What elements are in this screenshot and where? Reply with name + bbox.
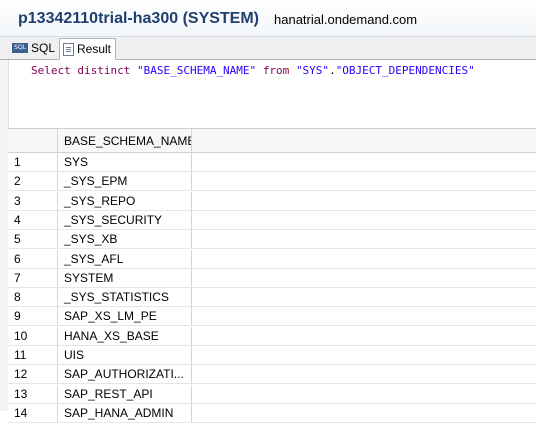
row-number-header <box>8 129 58 152</box>
row-number: 8 <box>8 288 58 307</box>
row-number: 3 <box>8 191 58 210</box>
host-name: hanatrial.ondemand.com <box>274 12 418 27</box>
row-number: 5 <box>8 230 58 249</box>
row-number: 1 <box>8 153 58 171</box>
cell-base-schema-name[interactable]: SAP_REST_API <box>58 384 192 403</box>
table-row[interactable]: 14 SAP_HANA_ADMIN <box>8 403 536 423</box>
row-number: 7 <box>8 268 58 287</box>
sql-keyword-select: Select distinct <box>31 64 131 77</box>
table-row[interactable]: 5 _SYS_XB <box>8 230 536 250</box>
row-number: 2 <box>8 172 58 191</box>
table-row[interactable]: 4 _SYS_SECURITY <box>8 210 536 230</box>
sql-statement-panel[interactable]: Select distinct "BASE_SCHEMA_NAME" from … <box>0 60 536 126</box>
tab-sql-label: SQL <box>31 41 56 55</box>
column-header-base-schema-name[interactable]: BASE_SCHEMA_NAME <box>58 129 192 152</box>
sql-table-name: "OBJECT_DEPENDENCIES" <box>335 64 475 77</box>
table-row[interactable]: 1 SYS <box>8 153 536 172</box>
result-header-row: BASE_SCHEMA_NAME <box>8 129 536 153</box>
sql-keyword-from: from <box>262 64 290 77</box>
cell-base-schema-name[interactable]: SAP_AUTHORIZATI... <box>58 365 192 384</box>
connection-title: p13342110trial-ha300 (SYSTEM) <box>18 10 260 27</box>
result-grid[interactable]: BASE_SCHEMA_NAME 1 SYS 2 _SYS_EPM 3 _SYS_REPO… <box>8 128 536 423</box>
row-number: 10 <box>8 326 58 345</box>
table-row[interactable]: 3 _SYS_REPO <box>8 191 536 211</box>
tab-result-label: Result <box>77 42 112 56</box>
cell-base-schema-name[interactable]: SAP_HANA_ADMIN <box>58 403 192 422</box>
table-row[interactable]: 10 HANA_XS_BASE <box>8 326 536 346</box>
table-row[interactable]: 12 SAP_AUTHORIZATI... <box>8 365 536 385</box>
cell-base-schema-name[interactable]: UIS <box>58 346 192 364</box>
cell-base-schema-name[interactable]: SYS <box>58 153 192 171</box>
row-number: 4 <box>8 210 58 229</box>
sql-dot: . <box>329 64 336 77</box>
cell-base-schema-name[interactable]: _SYS_SECURITY <box>58 210 192 229</box>
row-number: 11 <box>8 346 58 364</box>
sql-column-name: "BASE_SCHEMA_NAME" <box>136 64 257 77</box>
row-number: 14 <box>8 403 58 422</box>
cell-base-schema-name[interactable]: _SYS_EPM <box>58 172 192 191</box>
tab-sql[interactable]: SQL SQL <box>12 38 55 58</box>
cell-base-schema-name[interactable]: SYSTEM <box>58 268 192 287</box>
table-row[interactable]: 9 SAP_XS_LM_PE <box>8 307 536 327</box>
cell-base-schema-name[interactable]: SAP_XS_LM_PE <box>58 307 192 326</box>
sql-icon: SQL <box>12 43 28 53</box>
table-row[interactable]: 13 SAP_REST_API <box>8 384 536 404</box>
cell-base-schema-name[interactable]: _SYS_STATISTICS <box>58 288 192 307</box>
result-icon <box>63 42 74 56</box>
table-row[interactable]: 7 SYSTEM <box>8 268 536 288</box>
row-number: 13 <box>8 384 58 403</box>
cell-base-schema-name[interactable]: HANA_XS_BASE <box>58 326 192 345</box>
editor-title-bar: p13342110trial-ha300 (SYSTEM) hanatrial.… <box>0 0 536 37</box>
sql-schema-name: "SYS" <box>295 64 330 77</box>
sql-statement[interactable]: Select distinct "BASE_SCHEMA_NAME" from … <box>31 64 475 77</box>
row-number: 12 <box>8 365 58 384</box>
table-row[interactable]: 11 UIS <box>8 346 536 365</box>
table-row[interactable]: 8 _SYS_STATISTICS <box>8 288 536 308</box>
table-row[interactable]: 2 _SYS_EPM <box>8 172 536 192</box>
cell-base-schema-name[interactable]: _SYS_REPO <box>58 191 192 210</box>
cell-base-schema-name[interactable]: _SYS_AFL <box>58 249 192 268</box>
editor-tabs: SQL SQL Result <box>0 37 536 60</box>
cell-base-schema-name[interactable]: _SYS_XB <box>58 230 192 249</box>
table-row[interactable]: 6 _SYS_AFL <box>8 249 536 269</box>
row-number: 6 <box>8 249 58 268</box>
row-number: 9 <box>8 307 58 326</box>
tab-result[interactable]: Result <box>59 38 117 60</box>
